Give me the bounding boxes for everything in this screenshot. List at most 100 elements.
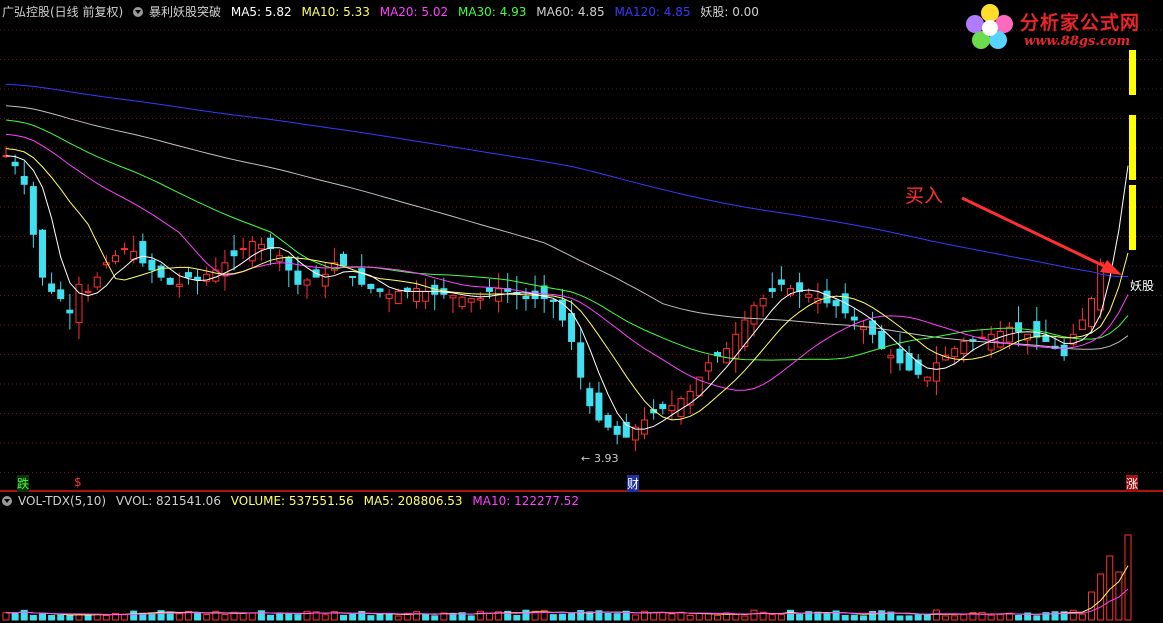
volume-bar bbox=[732, 614, 740, 621]
candle-body bbox=[777, 279, 785, 285]
logo-url[interactable]: www.88gs.com bbox=[1024, 34, 1130, 49]
volume-bar bbox=[412, 611, 420, 621]
ma60-value: MA60: 4.85 bbox=[536, 5, 605, 19]
event-dollar-marker[interactable]: $ bbox=[74, 475, 82, 489]
volume-bars bbox=[2, 534, 1132, 621]
candle-body bbox=[257, 243, 265, 250]
candle-body bbox=[367, 283, 375, 290]
volume-bar bbox=[631, 614, 639, 621]
candle-body bbox=[267, 237, 275, 250]
volume-bar bbox=[704, 613, 712, 621]
volume-menu-icon[interactable] bbox=[2, 496, 12, 506]
ma120-value: MA120: 4.85 bbox=[614, 5, 691, 19]
site-logo: 分析家公式网 www.88gs.com bbox=[962, 2, 1162, 52]
volume-bar bbox=[942, 615, 950, 621]
volume-bar bbox=[57, 614, 65, 621]
candle-body bbox=[476, 298, 484, 301]
candle-body bbox=[66, 309, 74, 314]
candle-body bbox=[84, 290, 92, 293]
candle-body bbox=[549, 299, 557, 302]
volume-bar bbox=[777, 614, 785, 621]
candle-body bbox=[467, 298, 475, 303]
ma5-value: MA5: 5.82 bbox=[230, 5, 292, 19]
candle-body bbox=[960, 340, 968, 354]
volume-bar bbox=[978, 611, 986, 621]
volume-bar bbox=[285, 612, 293, 621]
volume-bar bbox=[513, 614, 521, 621]
candle-body bbox=[850, 316, 858, 321]
indicator-name[interactable]: 暴利妖股突破 bbox=[149, 5, 221, 19]
candle-body bbox=[522, 295, 530, 300]
volume-bar bbox=[321, 614, 329, 621]
volume-bar bbox=[248, 612, 256, 621]
candle-body bbox=[1015, 322, 1023, 332]
yaogu-signal-bars bbox=[1129, 50, 1136, 250]
candle-body bbox=[294, 270, 302, 285]
kline-chart[interactable] bbox=[0, 0, 1163, 623]
low-price-label: 3.93 bbox=[594, 452, 619, 465]
candle-body bbox=[412, 288, 420, 302]
volume-bar bbox=[695, 612, 703, 621]
event-cai-marker[interactable]: 财 bbox=[627, 475, 640, 492]
price-grid bbox=[0, 29, 1163, 473]
candle-body bbox=[568, 313, 576, 342]
candle-body bbox=[1078, 319, 1086, 331]
candle-body bbox=[376, 288, 384, 292]
volume-value: VOLUME: 537551.56 bbox=[230, 494, 354, 508]
candle-body bbox=[349, 275, 357, 278]
vvol-value: VVOL: 821541.06 bbox=[115, 494, 221, 508]
candle-body bbox=[239, 248, 247, 251]
ma30-value: MA30: 4.93 bbox=[457, 5, 527, 19]
candle-body bbox=[184, 272, 192, 278]
volume-bar bbox=[376, 613, 384, 621]
candle-body bbox=[148, 259, 156, 271]
signal-bar bbox=[1129, 185, 1136, 250]
candle-body bbox=[595, 392, 603, 421]
indicator-menu-icon[interactable] bbox=[133, 7, 144, 17]
volume-bar bbox=[367, 615, 375, 621]
volume-bar bbox=[394, 615, 402, 621]
volume-bar bbox=[239, 612, 247, 621]
volume-header: VOL-TDX(5,10) VVOL: 821541.06 VOLUME: 53… bbox=[2, 492, 585, 510]
volume-bar bbox=[951, 615, 959, 621]
candle-body bbox=[996, 330, 1004, 348]
volume-bar bbox=[276, 612, 284, 621]
volume-bar bbox=[476, 610, 484, 621]
candle-body bbox=[93, 276, 101, 288]
buy-label: 买入 bbox=[905, 185, 944, 207]
candle-body bbox=[704, 362, 712, 372]
volume-bar bbox=[1097, 573, 1105, 621]
vol-indicator-name[interactable]: VOL-TDX(5,10) bbox=[18, 494, 106, 508]
stock-title[interactable]: 广弘控股(日线 前复权) bbox=[2, 5, 123, 19]
candle-body bbox=[805, 293, 813, 298]
event-die-marker[interactable]: 跌 bbox=[17, 475, 30, 492]
volume-bar bbox=[568, 613, 576, 621]
flower-icon bbox=[966, 4, 1013, 49]
candle-body bbox=[422, 290, 430, 302]
volume-bar bbox=[786, 609, 794, 621]
volume-ma10-line bbox=[6, 588, 1129, 616]
candle-body bbox=[358, 268, 366, 285]
volume-bar bbox=[422, 613, 430, 621]
volume-bar bbox=[48, 615, 56, 621]
candle-body bbox=[194, 276, 202, 281]
candle-body bbox=[768, 288, 776, 292]
volume-bar bbox=[203, 613, 211, 621]
candle-body bbox=[121, 248, 129, 251]
volume-bar bbox=[914, 614, 922, 621]
volume-bar bbox=[768, 614, 776, 621]
candle-body bbox=[1088, 298, 1096, 328]
volume-bar bbox=[1033, 615, 1041, 621]
candle-body bbox=[604, 414, 612, 428]
signal-bar bbox=[1129, 50, 1136, 95]
candle-body bbox=[303, 279, 311, 286]
candle-body bbox=[57, 289, 65, 300]
candle-body bbox=[586, 388, 594, 407]
volume-bar bbox=[841, 614, 849, 621]
ma10-line bbox=[5, 148, 1129, 421]
event-zhang-marker[interactable]: 涨 bbox=[1126, 475, 1139, 492]
candle-body bbox=[878, 330, 886, 350]
ma20-value: MA20: 5.02 bbox=[379, 5, 449, 19]
volume-bar bbox=[467, 615, 475, 621]
volume-bar bbox=[1069, 609, 1077, 621]
